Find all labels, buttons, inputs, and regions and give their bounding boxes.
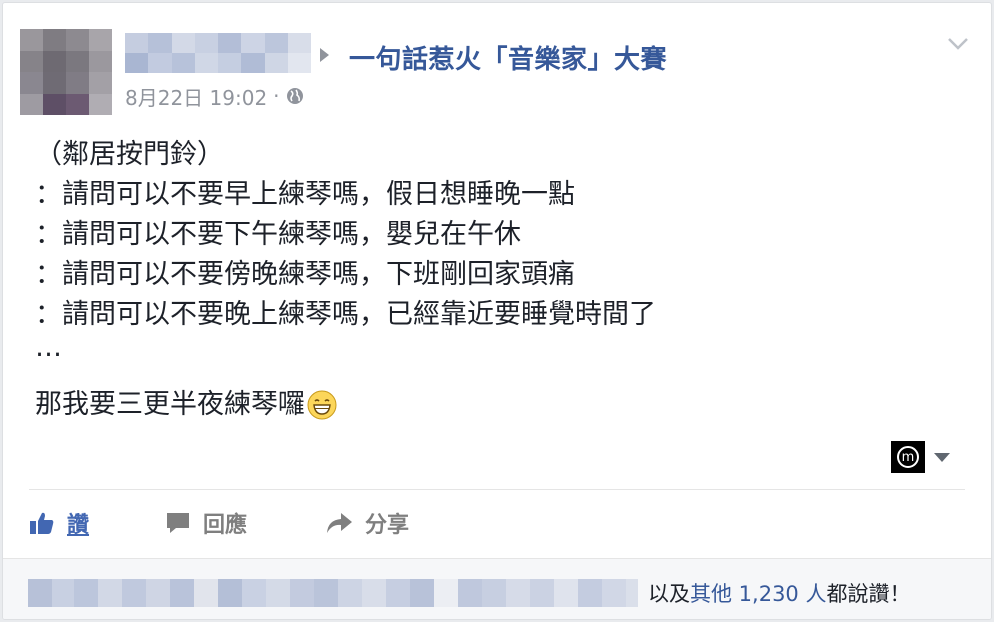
post-line: ：請問可以不要傍晚練琴嗎，下班剛回家頭痛: [35, 259, 575, 290]
globe-icon[interactable]: [286, 87, 304, 105]
group-name-link[interactable]: 一句話惹火「音樂家」大賽: [349, 39, 667, 76]
likes-suffix: 都說讚！: [826, 582, 911, 606]
post-last-line: 那我要三更半夜練琴囉: [35, 385, 965, 425]
chevron-down-icon[interactable]: [947, 37, 969, 51]
like-label: 讚: [67, 513, 90, 538]
post-line: ：請問可以不要晚上練琴嗎，已經靠近要睡覺時間了: [35, 299, 656, 330]
caret-down-icon[interactable]: [934, 453, 950, 462]
post-line: （鄰居按門鈴）: [35, 139, 224, 170]
post-last-line-text: 那我要三更半夜練琴囉: [35, 389, 305, 420]
comment-button[interactable]: 回應: [165, 503, 247, 543]
meta-separator: ·: [273, 84, 280, 108]
comment-bubble-icon: [167, 513, 189, 533]
thumbs-up-icon: [30, 512, 54, 534]
share-button[interactable]: 分享: [325, 503, 409, 543]
poster-name-blurred[interactable]: [125, 33, 311, 73]
comment-label: 回應: [203, 513, 248, 538]
triangle-right-icon: [320, 48, 329, 62]
share-arrow-icon: [327, 513, 352, 533]
grinning-face-icon: [307, 390, 337, 420]
post-card: 一句話惹火「音樂家」大賽 8月22日 19:02 · （鄰居按門鈴） ：請問可以…: [2, 2, 992, 620]
likes-summary: 以及 其他 1,230 人 都說讚！: [648, 579, 910, 609]
avatar[interactable]: [20, 29, 112, 115]
timestamp-link[interactable]: 8月22日 19:02: [125, 82, 267, 111]
likes-footer: 以及 其他 1,230 人 都說讚！: [3, 558, 991, 619]
post-meta: 8月22日 19:02 ·: [125, 82, 304, 111]
divider: [29, 489, 965, 490]
likes-prefix: 以及: [648, 582, 690, 606]
share-label: 分享: [365, 513, 410, 538]
liker-names-blurred[interactable]: [28, 579, 638, 607]
like-button[interactable]: 讚: [29, 503, 89, 543]
post-line: ：請問可以不要早上練琴嗎，假日想睡晚一點: [35, 179, 575, 210]
m-app-badge[interactable]: m: [891, 441, 925, 473]
post-ellipsis: …: [35, 332, 62, 363]
m-badge-letter: m: [897, 446, 919, 468]
likes-others-link[interactable]: 其他 1,230 人: [690, 579, 826, 609]
post-body: （鄰居按門鈴） ：請問可以不要早上練琴嗎，假日想睡晚一點 ：請問可以不要下午練琴…: [35, 135, 965, 425]
post-line: ：請問可以不要下午練琴嗎，嬰兒在午休: [35, 219, 521, 250]
